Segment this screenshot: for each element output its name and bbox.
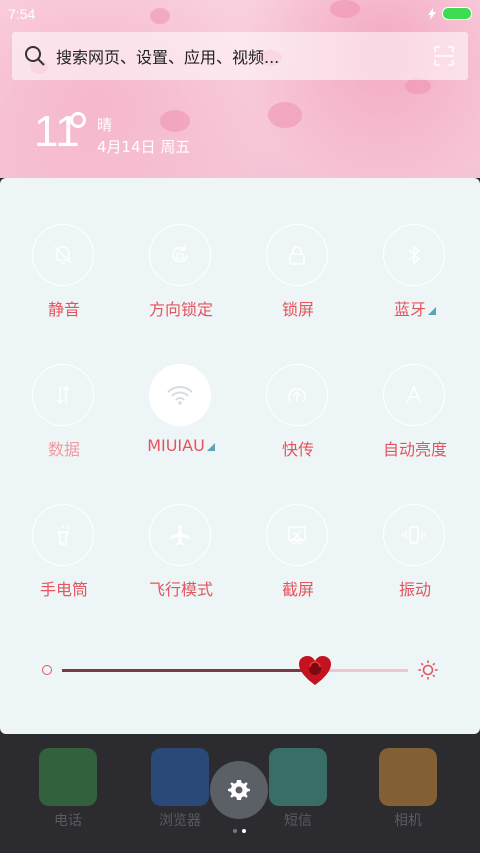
globe-icon	[151, 748, 209, 806]
tile-airplane-mode[interactable]: 飞行模式	[123, 504, 239, 614]
quick-transfer-icon	[266, 364, 328, 426]
flashlight-icon	[32, 504, 94, 566]
tile-bluetooth-label: 蓝牙	[357, 296, 473, 320]
tile-lock-screen[interactable]: 锁屏	[240, 224, 356, 334]
brightness-fill	[62, 669, 315, 672]
vibrate-icon	[383, 504, 445, 566]
message-icon	[269, 748, 327, 806]
wallpaper-petal	[268, 102, 302, 128]
rotation-lock-icon	[149, 224, 211, 286]
tile-mobile-data[interactable]: 数据	[6, 364, 122, 474]
dock-app-browser[interactable]: 浏览器	[148, 748, 212, 829]
tile-vibrate-label: 振动	[398, 580, 431, 599]
bell-off-icon	[32, 224, 94, 286]
charging-icon	[428, 7, 436, 20]
weather-date: 4月14日 周五	[97, 138, 191, 156]
tile-lock-screen-label: 锁屏	[281, 300, 314, 319]
scan-icon[interactable]	[434, 46, 454, 66]
expand-indicator	[206, 443, 215, 451]
wallpaper-petal	[405, 78, 431, 94]
tile-wifi[interactable]: MIUIAU	[123, 364, 239, 474]
airplane-icon	[149, 504, 211, 566]
bluetooth-icon	[383, 224, 445, 286]
brightness-min-icon	[42, 665, 52, 675]
tile-mobile-data-label: 数据	[47, 440, 80, 459]
rose-heart-slider-thumb[interactable]	[298, 655, 332, 687]
status-time: 7:54	[8, 6, 36, 22]
tile-rotation-lock-label: 方向锁定	[148, 300, 213, 319]
wifi-icon	[149, 364, 211, 426]
dock-app-label: 电话	[54, 813, 82, 829]
tile-mute-label: 静音	[47, 300, 80, 319]
tile-mute[interactable]: 静音	[6, 224, 122, 334]
tile-vibrate[interactable]: 振动	[357, 504, 473, 614]
degree-icon	[70, 112, 86, 128]
tile-flashlight-label: 手电筒	[39, 580, 88, 599]
tile-auto-brightness-label: 自动亮度	[382, 440, 447, 459]
tile-airplane-mode-label: 飞行模式	[148, 580, 213, 599]
phone-icon	[39, 748, 97, 806]
dock-app-phone[interactable]: 电话	[36, 748, 100, 829]
quick-settings-panel: 静音 方向锁定 锁屏 蓝牙 数据 MIUIAU 快传 自动亮度 手电筒 飞行模式…	[0, 178, 480, 734]
tile-screenshot[interactable]: 截屏	[240, 504, 356, 614]
shade-header: 7:54 搜索网页、设置、应用、视频... 11 晴 4月14日 周五	[0, 0, 480, 178]
gear-icon	[228, 780, 250, 800]
search-input[interactable]: 搜索网页、设置、应用、视频...	[56, 44, 434, 68]
brightness-max-icon	[418, 660, 438, 680]
weather-condition: 晴	[97, 116, 113, 134]
status-bar: 7:54	[0, 0, 480, 28]
tile-flashlight[interactable]: 手电筒	[6, 504, 122, 614]
tile-wifi-label: MIUIAU	[123, 436, 239, 455]
tile-quick-transfer-label: 快传	[281, 440, 314, 459]
brightness-slider[interactable]	[62, 669, 408, 672]
tile-bluetooth[interactable]: 蓝牙	[357, 224, 473, 334]
search-bar[interactable]: 搜索网页、设置、应用、视频...	[12, 32, 468, 80]
tile-rotation-lock[interactable]: 方向锁定	[123, 224, 239, 334]
dock-app-label: 相机	[394, 813, 422, 829]
dock-app-label: 浏览器	[159, 813, 201, 829]
wallpaper-petal	[160, 110, 190, 132]
screenshot-icon	[266, 504, 328, 566]
page-dot	[233, 829, 237, 833]
page-dot-active	[242, 829, 246, 833]
battery-icon	[442, 7, 472, 20]
auto-brightness-icon	[383, 364, 445, 426]
dock-app-messages[interactable]: 短信	[266, 748, 330, 829]
tile-auto-brightness[interactable]: 自动亮度	[357, 364, 473, 474]
dock-app-camera[interactable]: 相机	[376, 748, 440, 829]
status-icons	[428, 7, 472, 20]
search-icon	[25, 46, 45, 66]
tile-screenshot-label: 截屏	[281, 580, 314, 599]
camera-icon	[379, 748, 437, 806]
dock-app-label: 短信	[284, 813, 312, 829]
mobile-data-icon	[32, 364, 94, 426]
settings-button[interactable]	[210, 761, 268, 819]
page-indicator	[233, 829, 246, 833]
tile-quick-transfer[interactable]: 快传	[240, 364, 356, 474]
expand-indicator	[428, 307, 436, 315]
lock-icon	[266, 224, 328, 286]
